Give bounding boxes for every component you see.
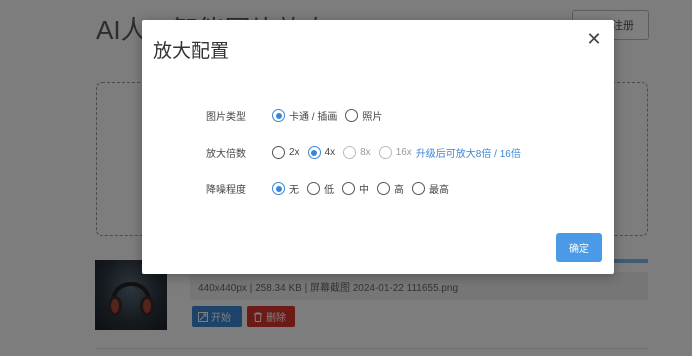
radio-checked-icon[interactable]	[307, 146, 321, 159]
radio-icon[interactable]	[272, 146, 285, 159]
close-icon[interactable]: ✕	[586, 30, 602, 48]
option-label: 2x	[289, 147, 300, 158]
scale-option-4x[interactable]: 4x	[307, 146, 336, 159]
radio-disabled-icon	[378, 146, 392, 159]
denoise-option-low[interactable]: 低	[307, 181, 334, 196]
image-type-option-photo[interactable]: 照片	[345, 108, 382, 123]
option-label: 8x	[360, 147, 371, 158]
radio-icon[interactable]	[345, 109, 359, 122]
option-label: 照片	[362, 112, 383, 123]
image-type-option-cartoon[interactable]: 卡通 / 插画	[272, 108, 337, 123]
radio-icon[interactable]	[412, 182, 425, 195]
scale-option-8x: 8x	[343, 146, 371, 159]
scale-option-16x: 16x	[378, 146, 412, 159]
image-type-label: 图片类型	[206, 112, 246, 123]
radio-disabled-icon	[343, 146, 357, 159]
option-label: 低	[324, 185, 334, 196]
denoise-option-none[interactable]: 无	[272, 181, 299, 196]
option-label: 中	[359, 185, 369, 196]
radio-checked-icon[interactable]	[272, 109, 285, 122]
upgrade-link[interactable]: 升级后可放大8倍 / 16倍	[416, 145, 521, 160]
option-label: 最高	[429, 185, 449, 196]
image-type-row: 图片类型 卡通 / 插画 照片	[206, 108, 390, 123]
option-label: 16x	[395, 147, 412, 158]
scale-label: 放大倍数	[206, 149, 246, 160]
option-label: 4x	[324, 147, 336, 158]
scale-option-2x[interactable]: 2x	[272, 146, 300, 159]
option-label: 高	[394, 185, 404, 196]
radio-icon[interactable]	[342, 182, 355, 195]
radio-icon[interactable]	[307, 182, 320, 195]
denoise-option-high[interactable]: 高	[377, 181, 404, 196]
denoise-row: 降噪程度 无 低 中 高 最高	[206, 181, 457, 196]
denoise-option-max[interactable]: 最高	[412, 181, 449, 196]
denoise-label: 降噪程度	[206, 185, 246, 196]
radio-icon[interactable]	[377, 182, 390, 195]
dialog-title: 放大配置	[153, 41, 230, 62]
option-label: 无	[289, 185, 299, 196]
scale-row: 放大倍数 2x 4x 8x 16x 升级后可放大8倍 / 16倍	[206, 145, 521, 160]
upscale-config-dialog: 放大配置 ✕ 图片类型 卡通 / 插画 照片 放大倍数 2x 4x 8x 16x	[142, 20, 614, 274]
option-label: 卡通 / 插画	[289, 112, 338, 123]
radio-checked-icon[interactable]	[272, 182, 285, 195]
denoise-option-medium[interactable]: 中	[342, 181, 369, 196]
confirm-button[interactable]: 确定	[556, 233, 602, 262]
